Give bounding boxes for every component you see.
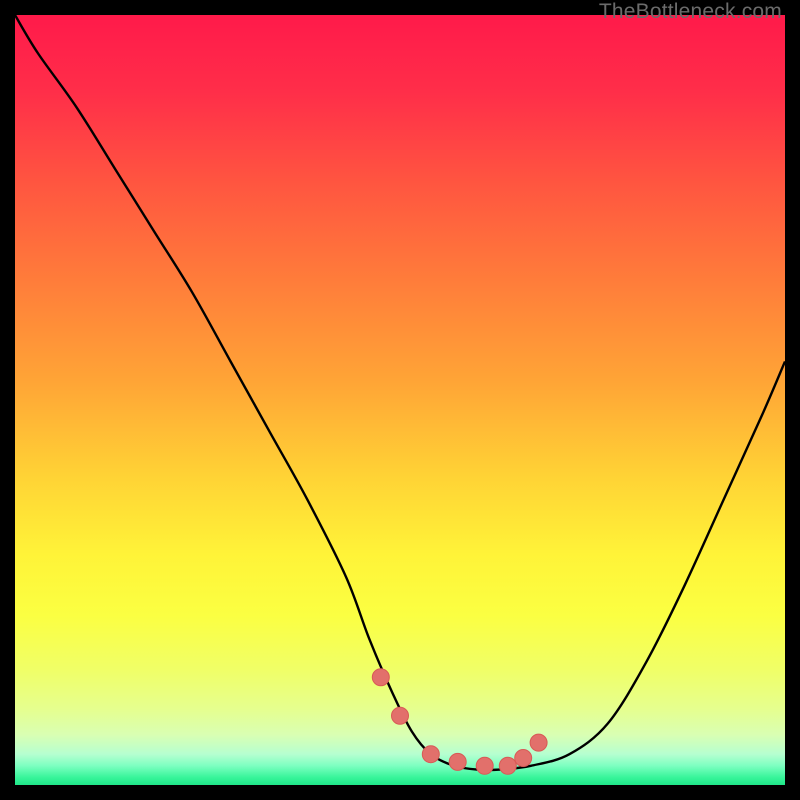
highlight-marker [422,746,439,763]
highlight-marker [449,753,466,770]
highlight-marker [515,750,532,767]
chart-svg [15,15,785,785]
highlight-marker [499,757,516,774]
highlight-marker [372,669,389,686]
highlight-marker [530,734,547,751]
bottleneck-curve [15,15,785,770]
chart-frame: TheBottleneck.com [0,0,800,800]
highlight-marker [392,707,409,724]
marker-group [372,669,547,775]
watermark-text: TheBottleneck.com [599,0,782,24]
highlight-marker [476,757,493,774]
plot-area [15,15,785,785]
